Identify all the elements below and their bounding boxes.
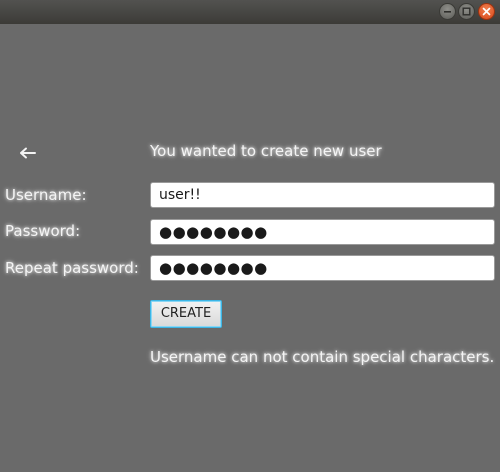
error-message: Username can not contain special charact… [150, 348, 495, 366]
password-field[interactable]: ●●●●●●●● [150, 219, 495, 245]
password-label: Password: [5, 222, 81, 240]
repeat-password-field[interactable]: ●●●●●●●● [150, 255, 495, 281]
close-icon[interactable] [478, 3, 495, 20]
maximize-icon[interactable] [458, 3, 475, 20]
username-label: Username: [5, 186, 87, 204]
back-arrow-icon[interactable] [16, 141, 40, 165]
create-button[interactable]: CREATE [150, 300, 222, 328]
username-field[interactable]: user!! [150, 182, 495, 208]
minimize-icon[interactable] [439, 3, 456, 20]
title-bar [0, 0, 500, 24]
page-title: You wanted to create new user [150, 142, 382, 160]
repeat-password-label: Repeat password: [5, 259, 139, 277]
app-window: You wanted to create new user Username: … [0, 0, 500, 472]
